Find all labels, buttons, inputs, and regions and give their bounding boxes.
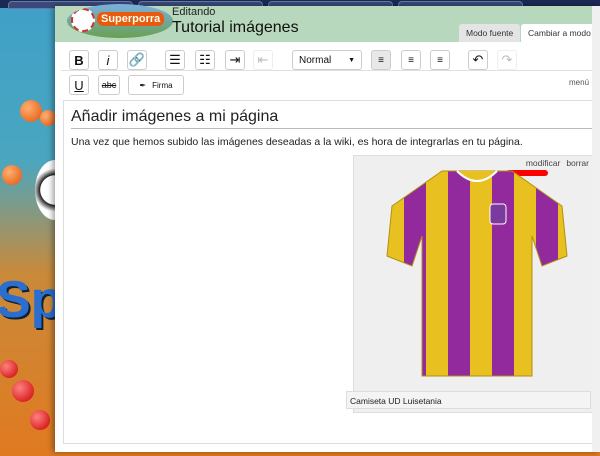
align-right-icon[interactable]: ≡ — [430, 50, 450, 70]
signature-button[interactable]: ✒ Firma — [128, 75, 184, 95]
jersey-image — [386, 170, 568, 377]
ball — [12, 380, 34, 402]
superporra-logo[interactable]: Superporra — [67, 4, 173, 38]
ball — [40, 110, 56, 126]
ball — [0, 360, 18, 378]
editor-panel: Superporra Editando Tutorial imágenes Mo… — [55, 4, 600, 452]
tab-source-mode[interactable]: Modo fuente — [459, 24, 521, 42]
scrollbar[interactable] — [592, 6, 600, 452]
ball — [2, 165, 22, 185]
link-icon[interactable]: 🔗 — [127, 50, 147, 70]
image-figure[interactable]: modificar borrar Camiseta UD Luisetania — [346, 155, 598, 413]
italic-button[interactable]: i — [98, 50, 118, 70]
paragraph: Una vez que hemos subido las imágenes de… — [71, 136, 523, 148]
image-caption: Camiseta UD Luisetania — [346, 391, 591, 409]
numbered-list-icon[interactable]: ☷ — [195, 50, 215, 70]
indent-icon[interactable]: ⇥ — [225, 50, 245, 70]
more-menu[interactable]: menú — [569, 78, 589, 87]
chevron-down-icon: ▼ — [348, 56, 355, 64]
ball — [20, 100, 42, 122]
redo-icon[interactable]: ↷ — [497, 50, 517, 70]
tab-visual-mode[interactable]: Cambiar a modo visual — [521, 24, 600, 42]
wallpaper-text: Sp — [0, 271, 63, 329]
section-heading: Añadir imágenes a mi página — [71, 108, 279, 125]
editor-content[interactable]: Añadir imágenes a mi página Una vez que … — [63, 100, 600, 444]
pen-icon: ✒ — [139, 80, 147, 90]
underline-button[interactable]: U — [69, 75, 89, 95]
align-left-icon[interactable]: ≡ — [371, 50, 391, 70]
page-title: Tutorial imágenes — [172, 19, 299, 36]
editing-label: Editando — [172, 6, 216, 18]
strikethrough-button[interactable]: abc — [98, 75, 120, 95]
undo-icon[interactable]: ↶ — [468, 50, 488, 70]
format-select[interactable]: Normal ▼ — [292, 50, 362, 70]
ball — [30, 410, 50, 430]
outdent-icon[interactable]: ⇤ — [253, 50, 273, 70]
bold-button[interactable]: B — [69, 50, 89, 70]
toolbar-divider — [61, 70, 600, 71]
editor-toolbar: B i 🔗 ☰ ☷ ⇥ ⇤ Normal ▼ ≡ ≡ ≡ ↶ ↷ U abc ✒ F… — [55, 42, 600, 98]
bullet-list-icon[interactable]: ☰ — [165, 50, 185, 70]
align-center-icon[interactable]: ≡ — [401, 50, 421, 70]
heading-underline — [71, 128, 596, 129]
editor-header: Superporra Editando Tutorial imágenes Mo… — [55, 4, 600, 42]
